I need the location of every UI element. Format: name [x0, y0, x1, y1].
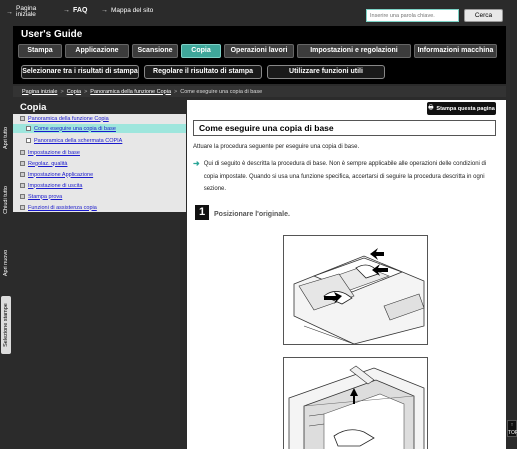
sidebar-item-come-eseguire[interactable]: Come eseguire una copia di base: [13, 124, 186, 133]
header: User's Guide Stampa Applicazione Scansio…: [13, 26, 506, 84]
search-button[interactable]: Cerca: [464, 9, 503, 22]
arrow-right-icon: →: [63, 7, 70, 14]
expand-icon: [20, 194, 25, 199]
sidebar-nav: Panoramica della funzione Copia Come ese…: [13, 114, 186, 212]
chevron-right-icon: >: [60, 88, 64, 95]
sidebar-item-regolaz-qualita[interactable]: Regolaz. qualità: [13, 159, 67, 168]
expand-icon: [20, 205, 25, 210]
page-icon: [26, 126, 31, 131]
breadcrumb-current: Come eseguire una copia di base: [180, 88, 263, 95]
faq-link-label: FAQ: [73, 7, 88, 14]
step-text: Posizionare l'originale.: [214, 211, 290, 218]
intro-text: Attuare la procedura seguente per esegui…: [193, 144, 360, 150]
main-tabs: Stampa Applicazione Scansione Copia Oper…: [18, 44, 497, 58]
side-tab-strip: Apri tutto Chiudi tutto Apri nuovo Selez…: [0, 100, 12, 449]
printer-icon: 🖶: [428, 105, 434, 111]
sidebar-item-uscita[interactable]: Impostazione di uscita: [13, 181, 82, 190]
sitemap-link-label: Mappa del sito: [111, 7, 154, 14]
sub-tabs: Selezionare tra i risultati di stampa Re…: [21, 65, 385, 79]
breadcrumb-panoramica[interactable]: Panoramica della funzione Copia: [90, 89, 171, 95]
sidebar-item-label: Impostazione di base: [28, 149, 80, 156]
sidebar-item-label: Impostazione Applicazione: [28, 171, 94, 178]
breadcrumb-copia[interactable]: Copia: [67, 89, 81, 95]
print-page-button[interactable]: 🖶 Stampa questa pagina: [427, 102, 496, 115]
expand-icon: [20, 172, 25, 177]
sidebar-item-stampa-prova[interactable]: Stampa prova: [13, 192, 62, 201]
arrow-right-icon: ➜: [193, 159, 200, 168]
sitemap-link[interactable]: → Mappa del sito: [101, 7, 153, 14]
expand-icon: [20, 161, 25, 166]
expand-icon: [20, 150, 25, 155]
sidebar-item-label: Funzioni di assistenza copia: [28, 204, 97, 211]
note-text: Qui di seguito è descritta la procedura …: [203, 161, 487, 192]
back-to-top-button[interactable]: ↑ TOP: [507, 420, 517, 437]
tab-operazioni-lavori[interactable]: Operazioni lavori: [224, 44, 294, 58]
sidebar-item-label: Panoramica della schermata COPIA: [34, 137, 123, 144]
breadcrumb: Pagina iniziale > Copia > Panoramica del…: [13, 86, 506, 97]
sidebar-item-impostazione-base[interactable]: Impostazione di base: [13, 148, 80, 157]
open-all-label: Apri tutto: [3, 126, 9, 150]
sidebar-item-label: Panoramica della funzione Copia: [28, 115, 109, 122]
sidebar-item-label: Regolaz. qualità: [28, 160, 68, 167]
breadcrumb-home[interactable]: Pagina iniziale: [22, 89, 57, 95]
print-page-label: Stampa questa pagina: [436, 105, 495, 112]
home-link-label: Pagina iniziale: [16, 5, 37, 18]
sidebar-item-label: Come eseguire una copia di base: [34, 125, 116, 132]
sidebar-item-label: Impostazione di uscita: [28, 182, 83, 189]
close-all-label: Chiudi tutto: [3, 186, 9, 214]
chevron-right-icon: >: [174, 88, 178, 95]
open-new-label: Apri nuovo: [3, 249, 9, 277]
subtab-selezionare-risultati[interactable]: Selezionare tra i risultati di stampa: [21, 65, 139, 79]
subtab-regolare-risultato[interactable]: Regolare il risultato di stampa: [144, 65, 262, 79]
tab-impostazioni-regolazioni[interactable]: Impostazioni e regolazioni: [297, 44, 411, 58]
tab-scansione[interactable]: Scansione: [132, 44, 178, 58]
guide-title: User's Guide: [21, 29, 83, 40]
collapse-icon: [20, 116, 25, 121]
arrow-right-icon: →: [101, 7, 108, 14]
main-content: 🖶 Stampa questa pagina Come eseguire una…: [187, 100, 506, 449]
sidebar-title: Copia: [20, 102, 47, 113]
chevron-right-icon: >: [84, 88, 88, 95]
print-selection-label: Selezione stampe: [3, 303, 9, 347]
tab-stampa[interactable]: Stampa: [18, 44, 62, 58]
search-input[interactable]: [366, 9, 459, 22]
faq-link[interactable]: → FAQ: [63, 7, 87, 14]
sidebar-item-schermata[interactable]: Panoramica della schermata COPIA: [13, 136, 122, 145]
tab-applicazione[interactable]: Applicazione: [65, 44, 129, 58]
print-selection-tab[interactable]: Selezione stampe: [1, 296, 11, 354]
step-number: 1: [195, 205, 209, 220]
back-to-top-label: TOP: [508, 430, 517, 436]
close-all-tab[interactable]: Chiudi tutto: [1, 174, 11, 226]
tab-copia[interactable]: Copia: [181, 44, 221, 58]
page-title: Come eseguire una copia di base: [193, 120, 496, 136]
sidebar-item-panoramica[interactable]: Panoramica della funzione Copia: [13, 114, 109, 123]
platen-illustration: [283, 357, 428, 449]
subtab-funzioni-utili[interactable]: Utilizzare funzioni utili: [267, 65, 385, 79]
note: ➜ Qui di seguito è descritta la procedur…: [193, 158, 496, 196]
sidebar-item-applicazione[interactable]: Impostazione Applicazione: [13, 170, 93, 179]
arrow-right-icon: →: [6, 8, 13, 16]
open-all-tab[interactable]: Apri tutto: [1, 114, 11, 162]
page-icon: [26, 138, 31, 143]
top-bar: → Pagina iniziale → FAQ → Mappa del sito…: [0, 0, 517, 24]
expand-icon: [20, 183, 25, 188]
tab-informazioni-macchina[interactable]: Informazioni macchina: [414, 44, 497, 58]
sidebar-item-assistenza[interactable]: Funzioni di assistenza copia: [13, 203, 97, 212]
sidebar-item-label: Stampa prova: [28, 193, 63, 200]
home-link[interactable]: → Pagina iniziale: [6, 5, 38, 18]
adf-illustration: [283, 235, 428, 345]
open-new-tab[interactable]: Apri nuovo: [1, 240, 11, 286]
arrow-up-icon: ↑: [510, 422, 514, 428]
